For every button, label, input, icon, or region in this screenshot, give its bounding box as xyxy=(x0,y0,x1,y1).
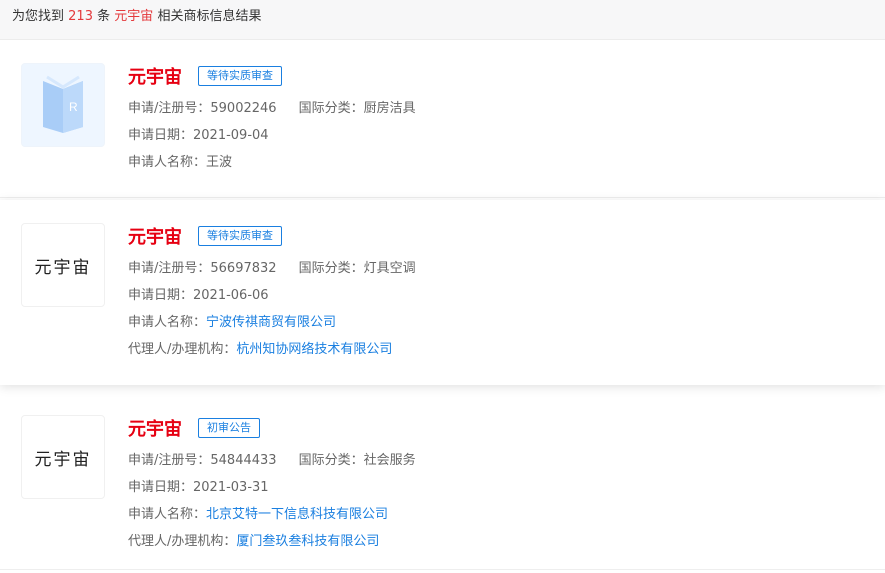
trademark-image[interactable]: R xyxy=(21,63,105,147)
apply-date: 2021-03-31 xyxy=(193,480,269,495)
apply-date: 2021-06-06 xyxy=(193,288,269,303)
trademark-name[interactable]: 元宇宙 xyxy=(128,415,182,441)
result-count: 213 xyxy=(68,9,93,24)
reg-no: 54844433 xyxy=(210,453,277,468)
applicant-link[interactable]: 北京艾特一下信息科技有限公司 xyxy=(206,507,388,522)
trademark-name[interactable]: 元宇宙 xyxy=(128,63,182,89)
reg-no: 59002246 xyxy=(210,101,277,116)
apply-date: 2021-09-04 xyxy=(193,128,269,143)
trademark-card[interactable]: 元宇宙 元宇宙 等待实质审查 申请/注册号：56697832 国际分类：灯具空调 … xyxy=(0,200,885,385)
results-summary: 为您找到 213 条 元宇宙 相关商标信息结果 xyxy=(0,0,885,40)
status-badge: 等待实质审查 xyxy=(198,226,282,246)
trademark-card[interactable]: R 元宇宙 等待实质审查 申请/注册号：59002246 国际分类：厨房洁具 申请… xyxy=(0,40,885,198)
applicant-link[interactable]: 宁波传祺商贸有限公司 xyxy=(206,315,336,330)
agent-link[interactable]: 厦门叁玖叁科技有限公司 xyxy=(236,534,379,549)
agent-link[interactable]: 杭州知协网络技术有限公司 xyxy=(236,342,392,357)
trademark-card[interactable]: 元宇宙 元宇宙 初审公告 申请/注册号：54844433 国际分类：社会服务 申请… xyxy=(0,392,885,570)
intl-class: 灯具空调 xyxy=(363,261,416,276)
reg-no: 56697832 xyxy=(210,261,277,276)
status-badge: 初审公告 xyxy=(198,418,260,438)
intl-class: 社会服务 xyxy=(363,453,416,468)
intl-class: 厨房洁具 xyxy=(363,101,416,116)
applicant: 王波 xyxy=(206,155,233,170)
search-keyword: 元宇宙 xyxy=(114,9,154,24)
book-icon: R xyxy=(43,75,83,133)
trademark-name[interactable]: 元宇宙 xyxy=(128,223,182,249)
trademark-image[interactable]: 元宇宙 xyxy=(21,415,105,499)
status-badge: 等待实质审查 xyxy=(198,66,282,86)
svg-text:R: R xyxy=(69,100,80,114)
trademark-image[interactable]: 元宇宙 xyxy=(21,223,105,307)
